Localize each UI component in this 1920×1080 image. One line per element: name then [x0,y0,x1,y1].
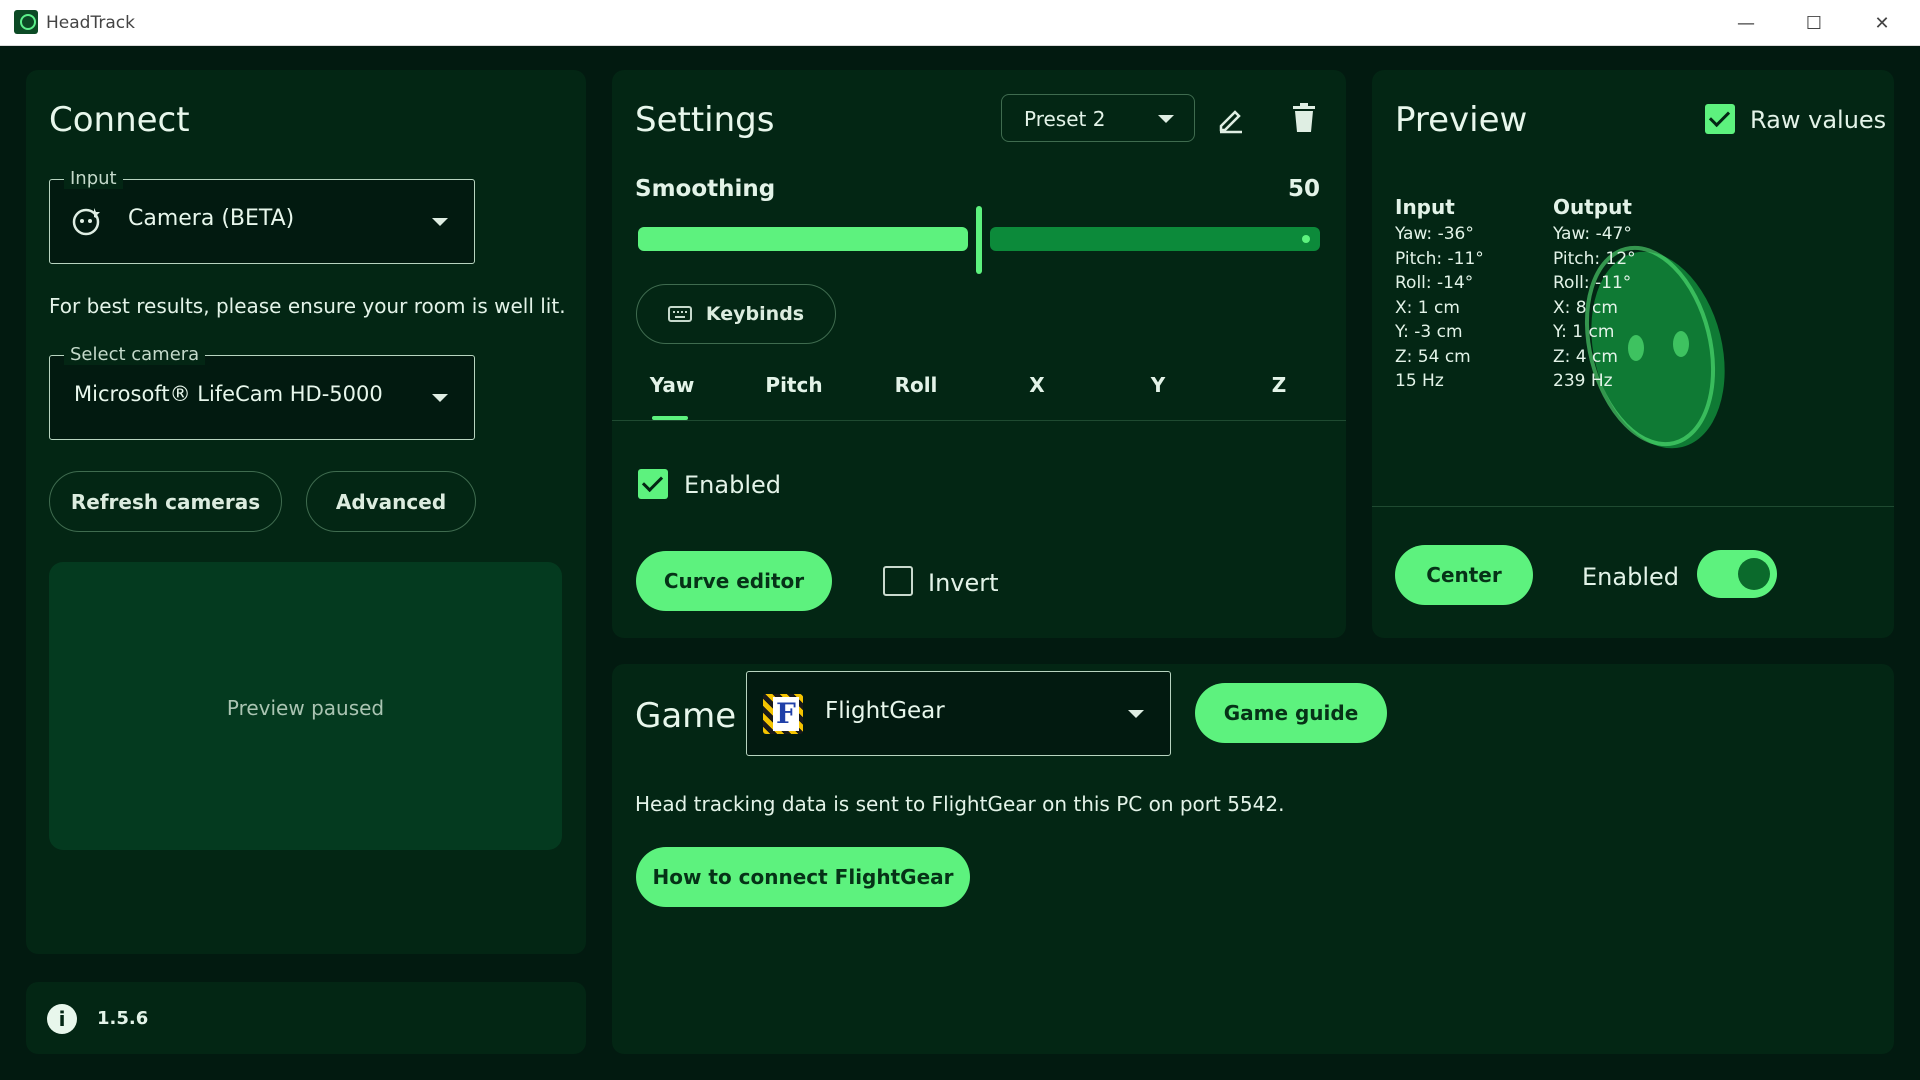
input-yaw: Yaw: -36° [1395,224,1474,244]
preview-title: Preview [1395,100,1528,140]
invert-checkbox[interactable] [883,566,913,596]
tab-roll[interactable]: Roll [876,373,956,397]
refresh-cameras-button[interactable]: Refresh cameras [49,471,282,532]
preview-status: Preview paused [226,696,385,720]
minimize-button[interactable]: — [1712,0,1780,46]
maximize-button[interactable]: ☐ [1780,0,1848,46]
version-label: 1.5.6 [97,1008,149,1029]
game-title: Game [635,696,737,736]
chevron-down-icon [1128,710,1144,718]
raw-values-checkbox[interactable] [1705,104,1735,134]
output-x: X: 8 cm [1553,297,1618,318]
camera-legend: Select camera [64,344,206,365]
tracking-enabled-label: Enabled [1582,563,1679,591]
axis-enabled-label: Enabled [684,471,781,499]
connect-title: Connect [49,100,190,140]
input-legend: Input [64,168,123,189]
camera-select[interactable]: Select camera Microsoft® LifeCam HD-5000 [49,344,475,440]
window-title: HeadTrack [46,13,135,33]
input-z: Z: 54 cm [1395,346,1471,367]
output-y: Y: 1 cm [1553,322,1615,342]
preview-divider [1372,506,1894,507]
slider-stop-dot [1302,235,1310,243]
keyboard-icon [667,306,692,322]
input-values-list: Yaw: -36° Pitch: -11° Roll: -14° X: 1 cm… [1395,222,1484,394]
chevron-down-icon [1158,115,1174,123]
keybinds-button[interactable]: Keybinds [636,284,836,344]
smoothing-value: 50 [1287,176,1320,202]
tab-yaw[interactable]: Yaw [632,373,712,397]
invert-label: Invert [928,569,999,597]
output-values-list: Yaw: -47° Pitch: 12° Roll: -11° X: 8 cm … [1553,222,1636,394]
lighting-hint: For best results, please ensure your roo… [49,294,566,318]
input-x: X: 1 cm [1395,297,1460,318]
output-z: Z: 4 cm [1553,346,1618,367]
input-values-header: Input [1395,195,1455,219]
app-logo-icon [14,10,38,34]
minimize-icon: — [1737,12,1755,34]
output-rate: 239 Hz [1553,371,1613,391]
input-value: Camera (BETA) [128,206,295,231]
delete-icon[interactable] [1291,102,1317,134]
how-to-connect-button[interactable]: How to connect FlightGear [636,847,970,907]
preset-select[interactable]: Preset 2 [1001,94,1195,142]
raw-values-label: Raw values [1750,106,1887,134]
game-select[interactable]: F FlightGear [746,671,1171,756]
curve-editor-button[interactable]: Curve editor [636,551,832,611]
smoothing-slider-handle[interactable] [976,206,982,274]
chevron-down-icon [432,394,448,402]
input-pitch: Pitch: -11° [1395,248,1484,269]
output-yaw: Yaw: -47° [1553,224,1632,244]
tab-y[interactable]: Y [1118,373,1198,397]
tab-pitch[interactable]: Pitch [754,373,834,397]
edit-icon[interactable] [1216,104,1246,134]
camera-value: Microsoft® LifeCam HD-5000 [74,382,383,406]
output-values-header: Output [1553,195,1632,219]
settings-title: Settings [635,100,775,140]
game-connection-info: Head tracking data is sent to FlightGear… [635,792,1285,816]
output-pitch: Pitch: 12° [1553,248,1636,269]
camera-preview: Preview paused [49,562,562,850]
toggle-knob [1738,558,1770,590]
close-icon: ✕ [1874,12,1890,34]
input-y: Y: -3 cm [1395,322,1463,342]
tabs-divider [612,420,1346,421]
preset-value: Preset 2 [1024,107,1106,131]
info-icon[interactable]: i [47,1004,77,1034]
game-value: FlightGear [825,698,945,724]
input-select[interactable]: Input Camera (BETA) [49,168,475,264]
game-guide-button[interactable]: Game guide [1195,683,1387,743]
keybinds-label: Keybinds [705,303,805,325]
input-rate: 15 Hz [1395,371,1444,391]
title-bar: HeadTrack — ☐ ✕ [0,0,1920,46]
close-button[interactable]: ✕ [1848,0,1916,46]
axis-enabled-checkbox[interactable] [638,469,668,499]
input-roll: Roll: -14° [1395,273,1474,293]
tab-z[interactable]: Z [1239,373,1319,397]
smoothing-track-empty [990,227,1320,251]
tracking-enabled-toggle[interactable] [1697,550,1777,598]
flightgear-logo-icon: F [763,694,803,734]
smoothing-label: Smoothing [635,176,776,202]
center-button[interactable]: Center [1395,545,1533,605]
chevron-down-icon [432,218,448,226]
tab-x[interactable]: X [997,373,1077,397]
advanced-button[interactable]: Advanced [306,471,476,532]
smoothing-track-filled [638,227,968,251]
output-roll: Roll: -11° [1553,273,1632,293]
maximize-icon: ☐ [1805,12,1823,34]
camera-face-icon [72,208,100,236]
